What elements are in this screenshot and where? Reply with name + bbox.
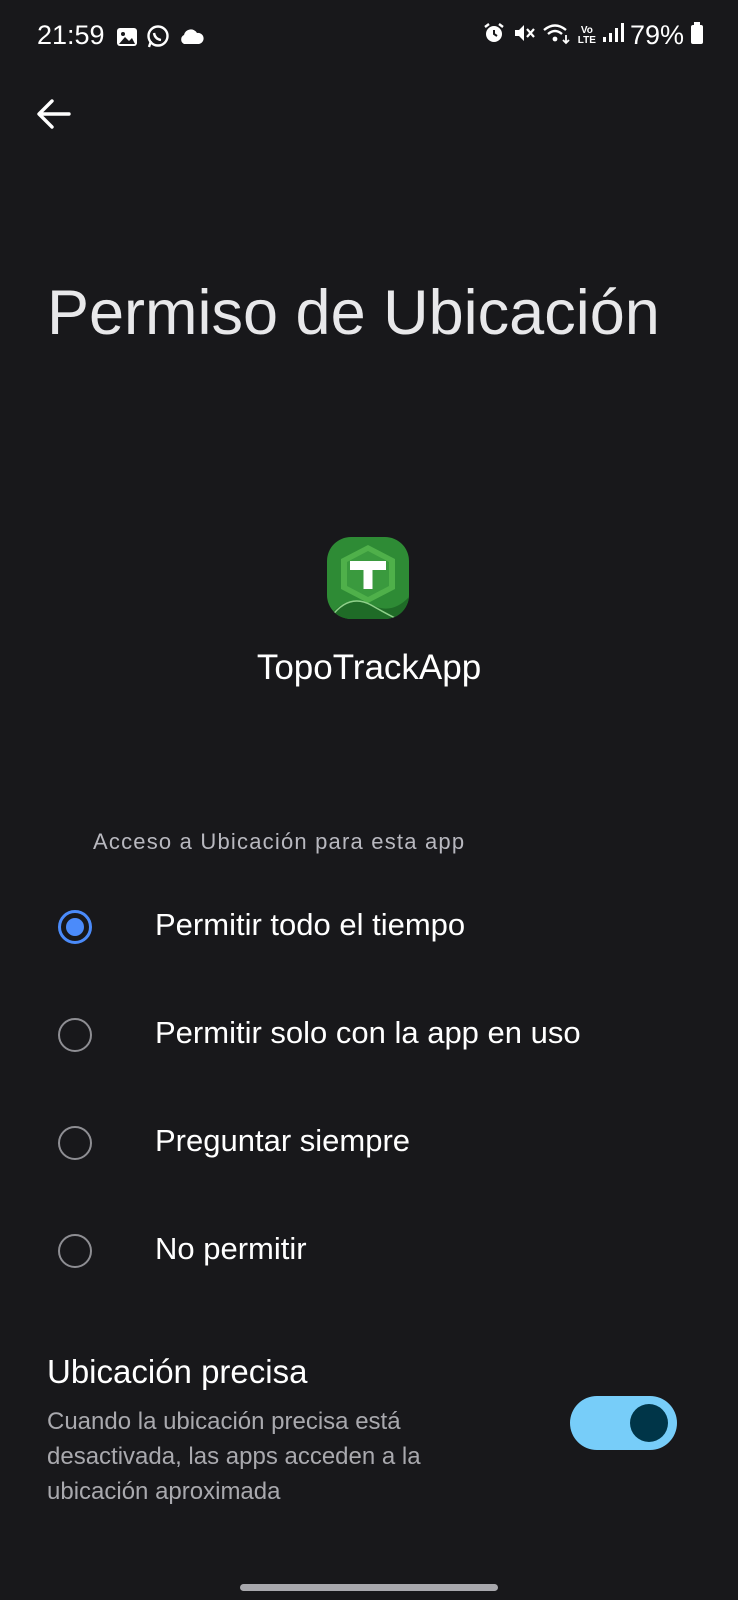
cloud-icon <box>177 27 205 52</box>
system-status-icons: Vo LTE 79% <box>482 20 704 51</box>
notification-icons <box>115 24 205 55</box>
alarm-icon <box>482 21 506 50</box>
option-allow-all-the-time[interactable]: Permitir todo el tiempo <box>0 879 738 975</box>
option-dont-allow[interactable]: No permitir <box>0 1203 738 1299</box>
option-allow-only-while-in-use[interactable]: Permitir solo con la app en uso <box>0 987 738 1083</box>
toggle-knob <box>630 1404 668 1442</box>
battery-icon <box>690 21 704 50</box>
option-label: Permitir solo con la app en uso <box>155 1015 581 1050</box>
precise-location-title: Ubicación precisa <box>47 1353 308 1390</box>
radio-button-selected[interactable] <box>58 910 92 944</box>
signal-icon <box>602 22 624 49</box>
battery-percentage: 79% <box>629 20 684 50</box>
whatsapp-icon <box>145 24 171 55</box>
radio-button[interactable] <box>58 1234 92 1268</box>
status-time: 21:59 <box>37 20 105 50</box>
location-access-label: Acceso a Ubicación para esta app <box>93 829 466 854</box>
mute-icon <box>512 21 536 50</box>
radio-button[interactable] <box>58 1018 92 1052</box>
volte-text-bottom: LTE <box>577 34 596 46</box>
precise-location-toggle[interactable] <box>570 1396 677 1450</box>
wifi-icon <box>542 21 572 50</box>
status-bar: 21:59 Vo LTE 79% <box>0 0 738 76</box>
back-button[interactable] <box>32 94 76 138</box>
option-label: Permitir todo el tiempo <box>155 907 466 942</box>
option-ask-every-time[interactable]: Preguntar siempre <box>0 1095 738 1191</box>
arrow-left-icon <box>36 98 72 135</box>
radio-button[interactable] <box>58 1126 92 1160</box>
option-label: No permitir <box>155 1231 307 1266</box>
home-gesture-bar[interactable] <box>240 1584 498 1591</box>
precise-location-description: Cuando la ubicación precisa está desacti… <box>47 1408 421 1505</box>
topotrack-app-icon <box>327 537 409 619</box>
page-title: Permiso de Ubicación <box>47 278 660 348</box>
volte-icon: Vo LTE <box>577 24 596 46</box>
option-label: Preguntar siempre <box>155 1123 411 1158</box>
gallery-icon <box>115 25 139 54</box>
app-name: TopoTrackApp <box>256 648 482 687</box>
volte-text-top: Vo <box>580 24 593 36</box>
